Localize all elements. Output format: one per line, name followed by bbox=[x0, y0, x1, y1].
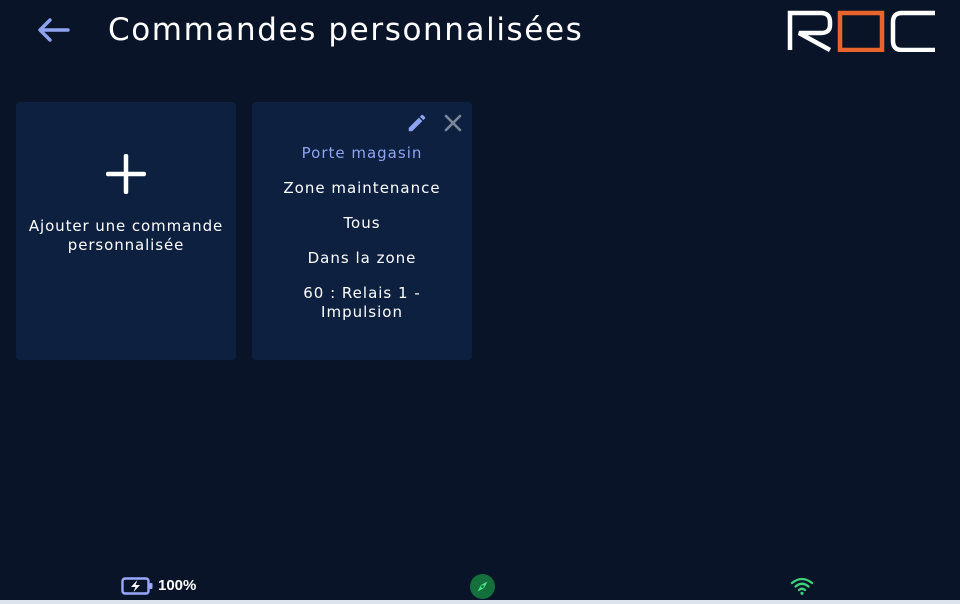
command-action-line1: 60 : Relais 1 - bbox=[303, 284, 421, 302]
edit-command-button[interactable] bbox=[404, 110, 430, 136]
roc-logo bbox=[787, 10, 937, 53]
add-command-card[interactable]: Ajouter une commande personnalisée bbox=[16, 102, 236, 360]
command-target: Tous bbox=[343, 214, 381, 232]
pencil-icon bbox=[408, 114, 426, 132]
bottom-edge-divider bbox=[0, 600, 960, 604]
page-title: Commandes personnalisées bbox=[108, 12, 584, 48]
add-command-label-line2: personnalisée bbox=[67, 236, 185, 254]
compass-icon bbox=[470, 574, 495, 599]
close-icon bbox=[444, 114, 462, 132]
command-card[interactable]: Porte magasin Zone maintenance Tous Dans… bbox=[252, 102, 472, 360]
command-zone: Zone maintenance bbox=[283, 179, 441, 197]
command-action: 60 : Relais 1 - Impulsion bbox=[262, 284, 462, 322]
plus-icon bbox=[106, 154, 146, 194]
arrow-left-icon bbox=[38, 18, 70, 42]
add-command-label: Ajouter une commande personnalisée bbox=[16, 217, 236, 255]
command-location: Dans la zone bbox=[307, 249, 417, 267]
wifi-icon bbox=[790, 577, 814, 595]
battery-level: 100% bbox=[158, 577, 197, 594]
delete-command-button[interactable] bbox=[440, 110, 466, 136]
back-button[interactable] bbox=[30, 10, 76, 50]
command-action-line2: Impulsion bbox=[321, 303, 403, 321]
battery-charging-icon bbox=[121, 577, 153, 595]
add-command-label-line1: Ajouter une commande bbox=[28, 217, 224, 235]
command-name: Porte magasin bbox=[301, 144, 423, 162]
header: Commandes personnalisées bbox=[0, 0, 960, 64]
status-bar: 100% bbox=[0, 568, 960, 604]
